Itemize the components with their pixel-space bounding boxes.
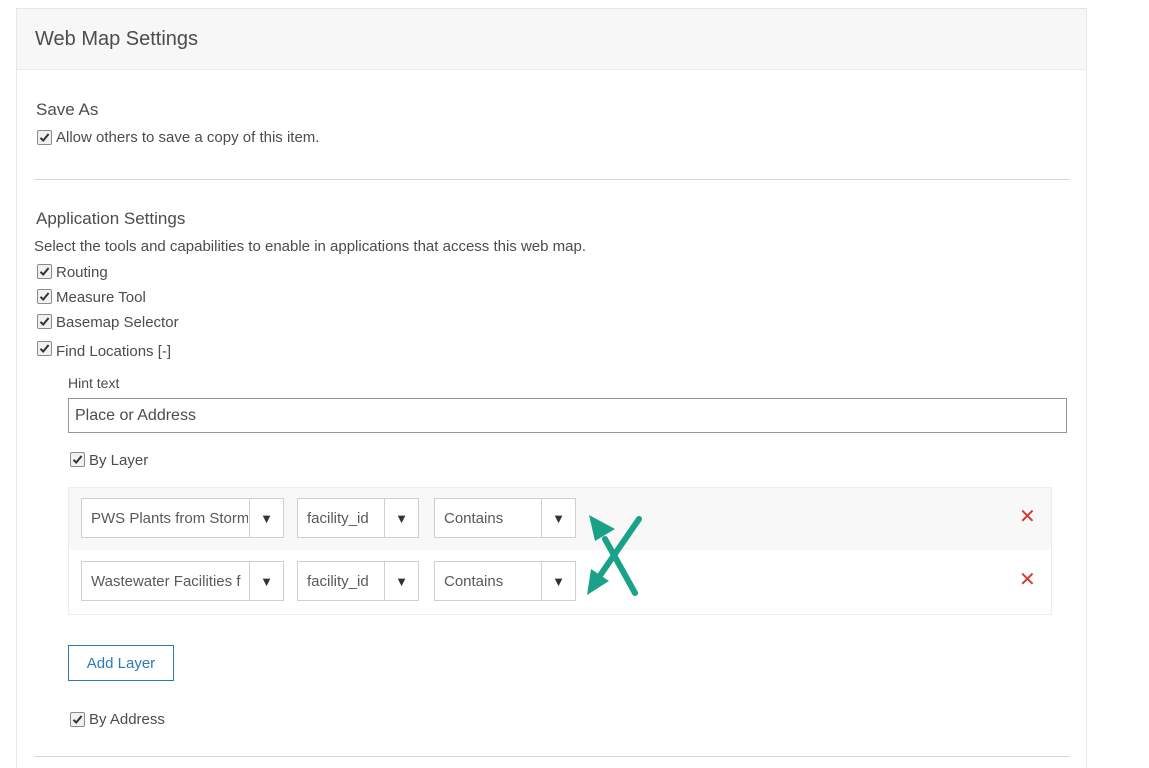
measure-tool-label: Measure Tool: [56, 289, 146, 306]
field-select[interactable]: facility_id ▼: [297, 561, 419, 601]
section-divider: [34, 756, 1070, 757]
hint-text-label: Hint text: [68, 375, 120, 391]
operator-select-value: Contains: [444, 573, 504, 590]
layer-select-value: Wastewater Facilities f: [91, 573, 241, 590]
layer-select-value: PWS Plants from Storm: [91, 510, 248, 527]
allow-copy-label: Allow others to save a copy of this item…: [56, 129, 320, 146]
routing-label: Routing: [56, 264, 108, 281]
layer-row: Wastewater Facilities f ▼ facility_id ▼ …: [69, 551, 1051, 613]
hint-text-input[interactable]: [68, 398, 1067, 433]
panel-header: Web Map Settings: [17, 9, 1086, 70]
by-address-checkbox[interactable]: [70, 712, 85, 727]
settings-panel: Web Map Settings Save As Allow others to…: [16, 8, 1087, 768]
save-as-title: Save As: [36, 100, 99, 119]
annotation-arrowhead: [589, 515, 615, 541]
section-divider: [34, 179, 1070, 180]
checkmark-icon: [39, 344, 50, 353]
chevron-down-icon[interactable]: ▼: [384, 499, 418, 537]
annotation-arrowhead: [587, 569, 609, 595]
layer-select[interactable]: Wastewater Facilities f ▼: [81, 561, 284, 601]
checkmark-icon: [39, 133, 50, 142]
checkmark-icon: [72, 455, 83, 464]
operator-select[interactable]: Contains ▼: [434, 498, 576, 538]
panel-title: Web Map Settings: [35, 28, 199, 50]
layer-list: PWS Plants from Storm ▼ facility_id ▼ Co…: [68, 487, 1052, 615]
chevron-down-icon[interactable]: ▼: [384, 562, 418, 600]
checkmark-icon: [39, 292, 50, 301]
find-locations-collapse-toggle[interactable]: [-]: [158, 343, 171, 360]
operator-select-value: Contains: [444, 510, 504, 527]
by-layer-label: By Layer: [89, 452, 149, 469]
checkmark-icon: [39, 267, 50, 276]
routing-checkbox[interactable]: [37, 264, 52, 279]
remove-layer-icon[interactable]: ✕: [1019, 507, 1036, 527]
web-map-settings-page: Web Map Settings Save As Allow others to…: [0, 0, 1149, 768]
basemap-selector-checkbox[interactable]: [37, 314, 52, 329]
checkmark-icon: [72, 715, 83, 724]
find-locations-label: Find Locations [-]: [56, 343, 171, 360]
field-select-value: facility_id: [307, 510, 369, 527]
by-layer-checkbox[interactable]: [70, 452, 85, 467]
layer-select[interactable]: PWS Plants from Storm ▼: [81, 498, 284, 538]
chevron-down-icon[interactable]: ▼: [541, 499, 575, 537]
chevron-down-icon[interactable]: ▼: [249, 499, 283, 537]
application-settings-title: Application Settings: [36, 209, 186, 228]
field-select[interactable]: facility_id ▼: [297, 498, 419, 538]
application-settings-description: Select the tools and capabilities to ena…: [34, 238, 586, 255]
annotation-arrows: [587, 515, 642, 596]
operator-select[interactable]: Contains ▼: [434, 561, 576, 601]
add-layer-button[interactable]: Add Layer: [68, 645, 174, 681]
find-locations-label-text: Find Locations: [56, 343, 154, 360]
chevron-down-icon[interactable]: ▼: [249, 562, 283, 600]
by-address-label: By Address: [89, 711, 165, 728]
basemap-selector-label: Basemap Selector: [56, 314, 179, 331]
checkmark-icon: [39, 317, 50, 326]
field-select-value: facility_id: [307, 573, 369, 590]
find-locations-checkbox[interactable]: [37, 341, 52, 356]
chevron-down-icon[interactable]: ▼: [541, 562, 575, 600]
measure-tool-checkbox[interactable]: [37, 289, 52, 304]
allow-copy-checkbox[interactable]: [37, 130, 52, 145]
remove-layer-icon[interactable]: ✕: [1019, 570, 1036, 590]
layer-row: PWS Plants from Storm ▼ facility_id ▼ Co…: [69, 488, 1051, 550]
